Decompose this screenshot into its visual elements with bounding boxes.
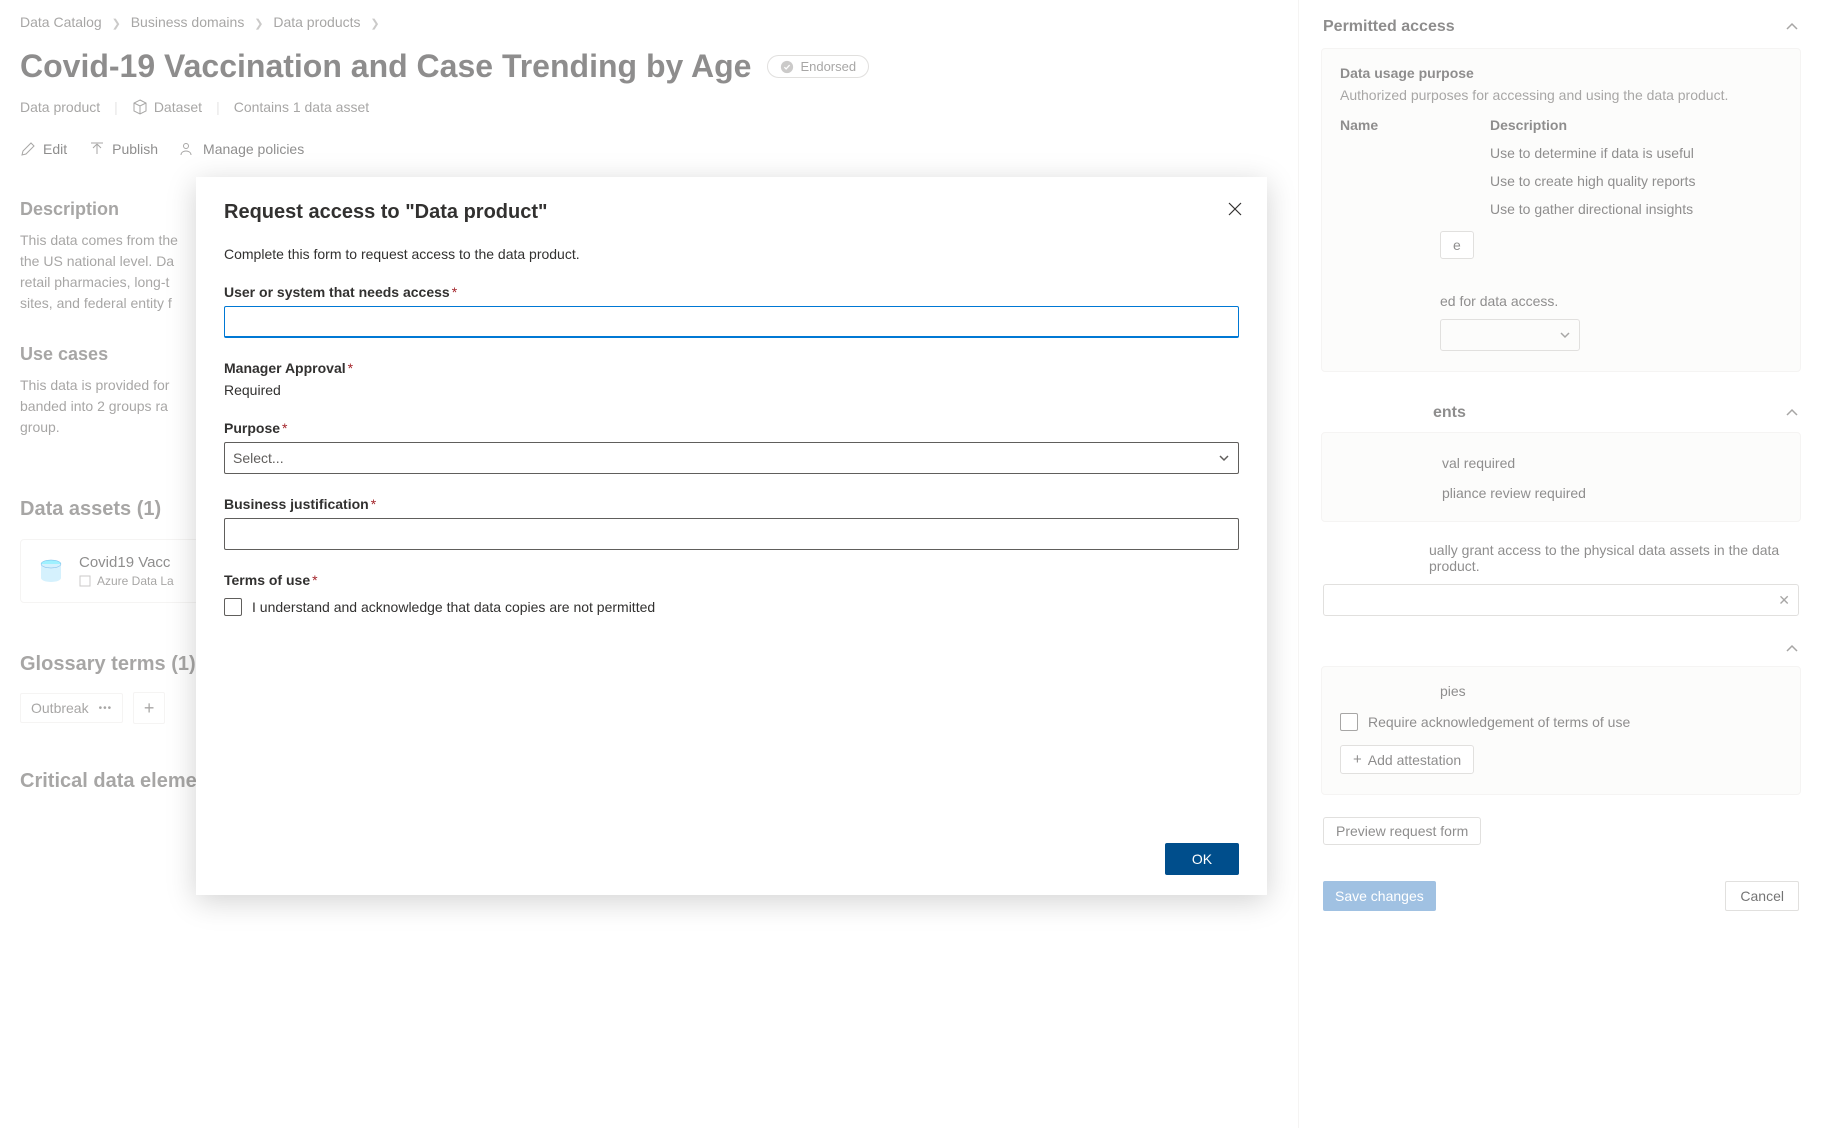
close-button[interactable] <box>1223 197 1247 221</box>
terms-checkbox[interactable] <box>224 598 242 616</box>
terms-of-use-label: Terms of use* <box>224 572 1239 588</box>
user-input[interactable] <box>224 306 1239 338</box>
chevron-down-icon <box>1218 452 1230 464</box>
manager-approval-value: Required <box>224 382 1239 398</box>
purpose-select[interactable]: Select... <box>224 442 1239 474</box>
purpose-label: Purpose* <box>224 420 1239 436</box>
manager-approval-label: Manager Approval* <box>224 360 1239 376</box>
user-field-label: User or system that needs access* <box>224 284 1239 300</box>
terms-checkbox-label: I understand and acknowledge that data c… <box>252 599 655 615</box>
ok-button[interactable]: OK <box>1165 843 1239 875</box>
close-icon <box>1228 202 1242 216</box>
dialog-title: Request access to "Data product" <box>224 201 1239 224</box>
dialog-subtitle: Complete this form to request access to … <box>224 246 1239 262</box>
request-access-dialog: Request access to "Data product" Complet… <box>196 177 1267 895</box>
business-justification-input[interactable] <box>224 518 1239 550</box>
business-justification-label: Business justification* <box>224 496 1239 512</box>
